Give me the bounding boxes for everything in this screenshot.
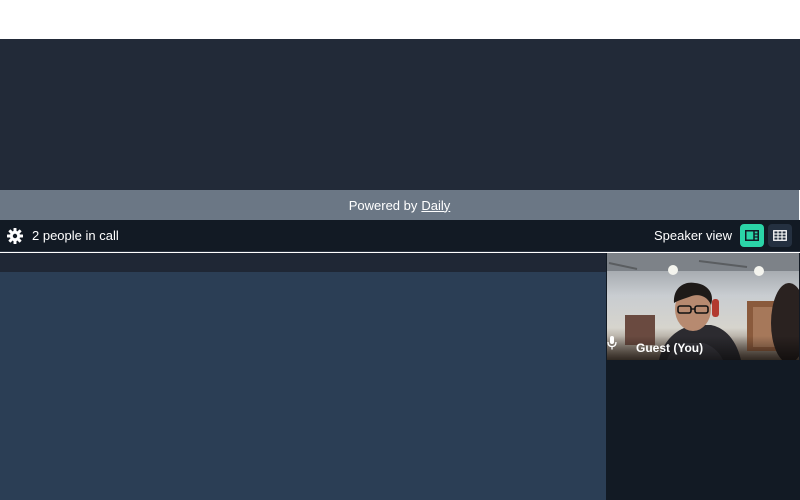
participant-tile-guest[interactable]: Guest (You)	[607, 253, 799, 360]
gear-icon[interactable]	[7, 227, 23, 244]
toolbar-left: 2 people in call	[0, 227, 119, 244]
participant-name: Guest (You)	[636, 341, 704, 355]
header-dark-area	[0, 39, 800, 190]
powered-by-text: Powered by	[348, 197, 418, 213]
participant-label: Guest (You)	[607, 336, 799, 360]
call-toolbar: 2 people in call Speaker view	[0, 220, 800, 252]
speaker-stage	[0, 272, 606, 500]
toolbar-right: Speaker view	[654, 224, 800, 247]
grid-view-button[interactable]	[768, 224, 792, 247]
daily-link[interactable]: Daily	[421, 198, 450, 213]
grid-layout-icon	[773, 230, 787, 241]
people-count: 2 people in call	[32, 228, 119, 243]
microphone-icon	[607, 336, 625, 355]
view-mode-label: Speaker view	[653, 228, 732, 243]
powered-by-banner: Powered by Daily	[0, 190, 800, 220]
speaker-view-button[interactable]	[740, 224, 764, 247]
speaker-layout-icon	[745, 230, 759, 241]
call-page: Powered by Daily 2 people in call Speake…	[0, 0, 800, 500]
stage-top-strip	[0, 253, 606, 272]
top-blank-area	[0, 0, 800, 39]
